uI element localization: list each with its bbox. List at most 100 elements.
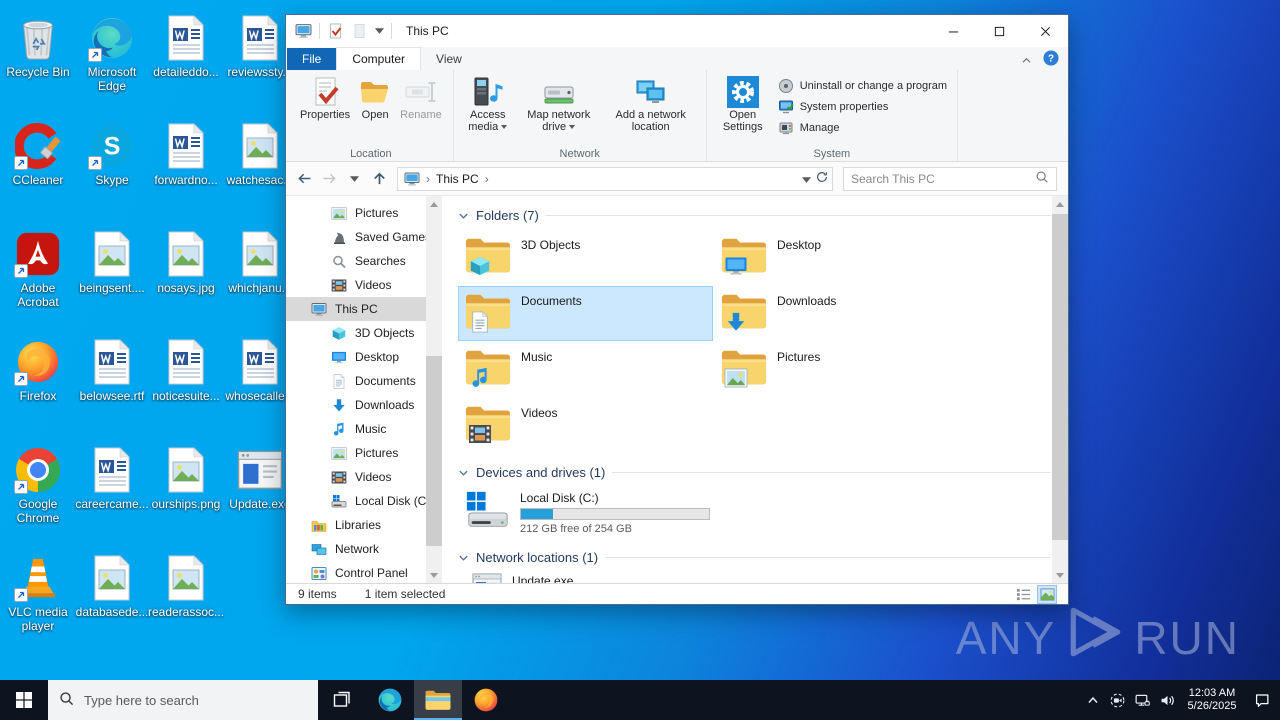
minimize-button[interactable] [930,15,976,47]
folder-tile-music[interactable]: Music [458,342,713,397]
properties-quick-icon[interactable] [327,23,344,39]
tab-view[interactable]: View [421,48,477,70]
desktop-icon-careercame[interactable]: careercame... [75,446,149,511]
sidebar-item-local-disk-c[interactable]: Local Disk (C:) [286,489,442,513]
sidebar-item-pictures[interactable]: Pictures [286,441,442,465]
taskbar-edge-button[interactable] [366,680,414,720]
ribbon-button-rename[interactable]: Rename [397,72,445,121]
forward-button[interactable] [318,168,340,190]
desktop-icon-recycle-bin[interactable]: Recycle Bin [2,14,74,79]
ribbon-button-uninstall-or-change-a-program[interactable]: Uninstall or change a program [775,77,950,95]
back-button[interactable] [293,168,315,190]
desktop-icon-adobe-acrobat[interactable]: Adobe Acrobat [2,230,74,309]
sidebar-item-downloads[interactable]: Downloads [286,393,442,417]
ribbon-button-manage[interactable]: Manage [775,119,950,137]
titlebar[interactable]: This PC [286,15,1068,47]
desktop-icon-beingsent[interactable]: beingsent.... [76,230,148,295]
scroll-down-icon[interactable] [1052,567,1068,583]
desktop-icon-noticesuite[interactable]: noticesuite... [150,338,222,403]
taskbar-search-input[interactable] [84,692,307,708]
taskbar-firefox-button[interactable] [462,680,510,720]
content-scrollbar[interactable] [1052,196,1068,583]
desktop-icon-firefox[interactable]: Firefox [2,338,74,403]
address-field[interactable]: › This PC › [397,166,833,191]
sidebar-item-control-panel[interactable]: Control Panel [286,561,442,583]
ribbon-button-open[interactable]: Open [355,72,395,121]
scroll-up-icon[interactable] [1052,196,1068,212]
collapse-section-icon[interactable] [458,212,469,220]
close-button[interactable] [1022,15,1068,47]
address-dropdown-icon[interactable] [802,172,811,186]
folder-tile-pictures[interactable]: Pictures [714,342,969,397]
desktop-icon-databasede[interactable]: databasede... [76,554,148,619]
collapse-section-icon[interactable] [458,469,469,477]
tab-file[interactable]: File [287,48,337,70]
sidebar-item-music[interactable]: Music [286,417,442,441]
folder-tile-downloads[interactable]: Downloads [714,286,969,341]
desktop-icon-vlc-media-player[interactable]: VLC media player [2,554,74,633]
section-devices-header[interactable]: Devices and drives (1) [458,465,1051,480]
large-icons-view-icon[interactable] [1037,584,1057,604]
section-folders-header[interactable]: Folders (7) [458,208,1051,223]
tray-network-icon[interactable] [1130,680,1155,720]
scroll-up-icon[interactable] [426,196,442,212]
desktop-icon-detaileddo[interactable]: detaileddo... [150,14,222,79]
details-view-icon[interactable] [1014,586,1032,603]
drive-local-disk-c[interactable]: Local Disk (C:) 212 GB free of 254 GB [458,487,1051,542]
folder-tile-videos[interactable]: Videos [458,398,713,453]
sidebar-item-searches[interactable]: Searches [286,249,442,273]
sidebar-item-saved-games[interactable]: Saved Games [286,225,442,249]
desktop-icon-forwardno[interactable]: forwardno... [150,122,222,187]
ribbon-button-access-media[interactable]: Access media [462,72,514,133]
sidebar-item-documents[interactable]: Documents [286,369,442,393]
breadcrumb-this-pc[interactable]: This PC [436,172,479,186]
sidebar-item-videos[interactable]: Videos [286,465,442,489]
sidebar-item-3d-objects[interactable]: 3D Objects [286,321,442,345]
folder-tile-3d-objects[interactable]: 3D Objects [458,230,713,285]
desktop-icon-readerassoc[interactable]: readerassoc... [148,554,224,619]
desktop-icon-ourships-png[interactable]: ourships.png [150,446,222,511]
ribbon-button-add-a-network-location[interactable]: Add a network location [604,72,698,133]
scrollbar-thumb[interactable] [1052,214,1068,540]
sidebar-item-libraries[interactable]: Libraries [286,513,442,537]
desktop-icon-microsoft-edge[interactable]: Microsoft Edge [76,14,148,93]
start-button[interactable] [0,680,48,720]
ribbon-button-map-network-drive[interactable]: Map network drive [516,72,602,133]
tray-meet-now-icon[interactable] [1105,680,1130,720]
recent-locations-dropdown-icon[interactable] [343,168,365,190]
up-button[interactable] [368,168,390,190]
folder-tile-desktop[interactable]: Desktop [714,230,969,285]
taskbar-file-explorer-button[interactable] [414,680,462,720]
ribbon-button-properties[interactable]: Properties [297,72,353,121]
taskbar-clock[interactable]: 12:03 AM 5/26/2025 [1180,687,1244,713]
desktop-icon-nosays-jpg[interactable]: nosays.jpg [150,230,222,295]
collapse-section-icon[interactable] [458,554,469,562]
ribbon-button-open-settings[interactable]: Open Settings [715,72,771,133]
section-network-header[interactable]: Network locations (1) [458,550,1051,565]
maximize-button[interactable] [976,15,1022,47]
sidebar-scrollbar[interactable] [426,196,442,583]
search-input[interactable] [851,171,1035,186]
tray-volume-icon[interactable] [1155,680,1180,720]
sidebar-item-videos[interactable]: Videos [286,273,442,297]
sidebar-item-this-pc[interactable]: This PC [286,297,442,321]
sidebar-item-network[interactable]: Network [286,537,442,561]
sidebar-item-desktop[interactable]: Desktop [286,345,442,369]
network-location-update-exe[interactable]: Update.exe [458,572,1051,583]
scrollbar-thumb[interactable] [426,356,442,546]
folder-tile-documents[interactable]: Documents [458,286,713,341]
desktop-icon-belowsee-rtf[interactable]: belowsee.rtf [76,338,148,403]
scroll-down-icon[interactable] [426,567,442,583]
refresh-icon[interactable] [815,170,829,187]
help-icon[interactable]: ? [1043,50,1059,69]
desktop-icon-ccleaner[interactable]: CCleaner [2,122,74,187]
ribbon-button-system-properties[interactable]: System properties [775,98,950,116]
task-view-button[interactable] [318,680,366,720]
action-center-icon[interactable] [1244,680,1280,720]
new-folder-quick-icon[interactable] [351,23,368,39]
tab-computer[interactable]: Computer [336,47,422,70]
tray-show-hidden-icons-icon[interactable] [1080,680,1105,720]
search-icon[interactable] [1035,170,1049,187]
desktop-icon-skype[interactable]: S Skype [76,122,148,187]
customize-qat-dropdown-icon[interactable] [375,28,384,34]
